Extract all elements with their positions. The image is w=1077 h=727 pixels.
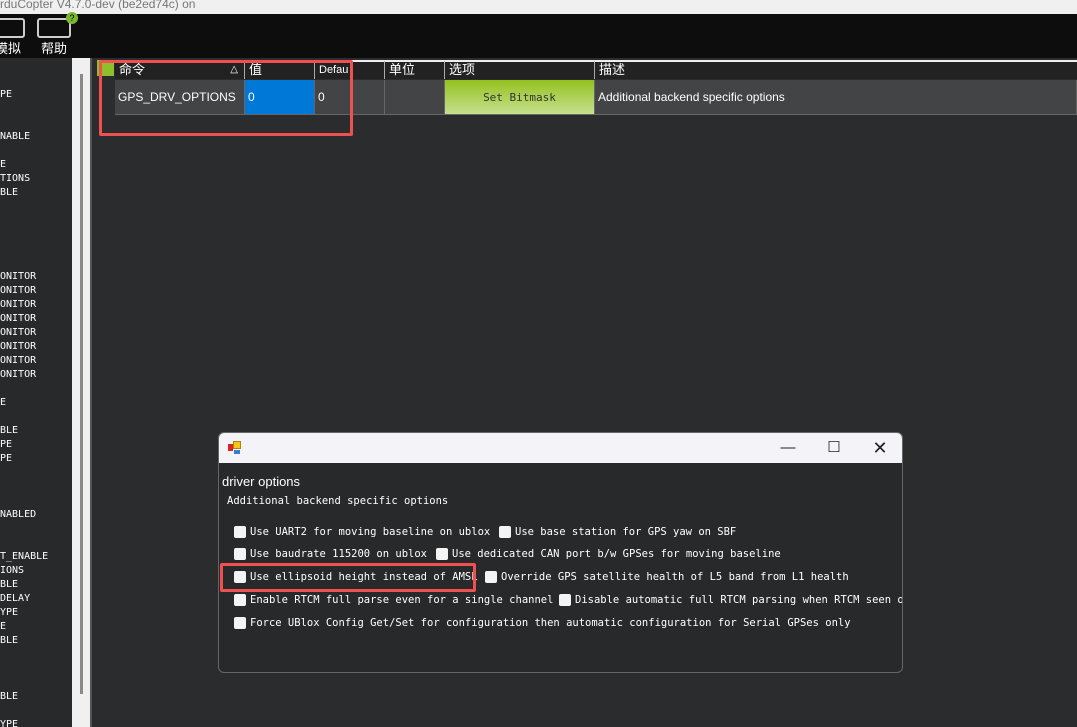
close-button[interactable]: ✕	[857, 437, 902, 459]
option-checkbox[interactable]: Enable RTCM full parse even for a single…	[234, 594, 553, 606]
maximize-button[interactable]: ☐	[811, 437, 857, 459]
app-icon	[228, 441, 242, 455]
cell-units	[385, 80, 445, 115]
checkbox[interactable]	[234, 526, 246, 538]
parameter-tree-item[interactable]: TIONS	[0, 172, 30, 186]
option-label: Force UBlox Config Get/Set for configura…	[250, 617, 851, 629]
help-label: 帮助	[40, 41, 67, 56]
parameter-tree-item[interactable]: YPE	[0, 606, 18, 620]
parameter-tree[interactable]: PE NABLE E TIONS BLE ONITOR ONITOR ONITOR ONITOR…	[0, 58, 72, 727]
highlight-box	[99, 60, 353, 136]
parameter-tree-item[interactable]: ONITOR	[0, 270, 36, 284]
set-bitmask-button[interactable]: Set Bitmask	[445, 80, 595, 115]
checkbox[interactable]	[234, 548, 246, 560]
checkbox[interactable]	[499, 526, 511, 538]
parameter-tree-item[interactable]: BLE	[0, 578, 18, 592]
parameter-tree-item[interactable]: ONITOR	[0, 284, 36, 298]
window-title: rduCopter V4.7.0-dev (be2ed74c) on	[0, 0, 1077, 14]
dialog-heading: driver options	[222, 474, 301, 489]
option-checkbox[interactable]: Force UBlox Config Get/Set for configura…	[234, 617, 851, 629]
parameter-tree-item[interactable]: BLE	[0, 690, 18, 704]
option-checkbox[interactable]: Use base station for GPS yaw on SBF	[499, 526, 736, 538]
option-label: Use dedicated CAN port b/w GPSes for mov…	[452, 548, 781, 560]
checkbox[interactable]	[559, 594, 571, 606]
parameter-tree-item[interactable]: ONITOR	[0, 340, 36, 354]
parameter-tree-item[interactable]: BLE	[0, 424, 18, 438]
parameter-tree-item[interactable]: T_ENABLE	[0, 550, 48, 564]
parameter-tree-item[interactable]: E	[0, 158, 6, 172]
parameter-tree-item[interactable]: ONITOR	[0, 354, 36, 368]
parameter-tree-item[interactable]: BLE	[0, 186, 18, 200]
parameter-tree-item[interactable]: DELAY	[0, 592, 30, 606]
scrollbar-thumb[interactable]	[80, 74, 83, 694]
header-units[interactable]: 单位	[385, 60, 445, 79]
highlight-box	[220, 563, 476, 592]
option-checkbox[interactable]: Override GPS satellite health of L5 band…	[485, 571, 849, 583]
checkbox[interactable]	[485, 571, 497, 583]
parameter-tree-item[interactable]: NABLE	[0, 130, 30, 144]
simulation-label: 模拟	[0, 41, 21, 56]
checkbox[interactable]	[234, 617, 246, 629]
parameter-tree-item[interactable]: BLE	[0, 634, 18, 648]
parameter-tree-item[interactable]: NABLED	[0, 508, 36, 522]
parameter-tree-item[interactable]: ONITOR	[0, 312, 36, 326]
option-label: Override GPS satellite health of L5 band…	[501, 571, 849, 583]
bitmask-dialog: — ☐ ✕ driver options Additional backend …	[218, 432, 903, 673]
parameter-tree-item[interactable]: E	[0, 620, 6, 634]
help-button[interactable]: ? 帮助	[34, 12, 78, 57]
header-options[interactable]: 选项	[445, 60, 595, 79]
option-checkbox[interactable]: Use baudrate 115200 on ublox	[234, 548, 427, 560]
option-checkbox[interactable]: Use UART2 for moving baseline on ublox	[234, 526, 490, 538]
cell-description: Additional backend specific options	[595, 80, 1077, 115]
parameter-tree-item[interactable]: ONITOR	[0, 298, 36, 312]
parameter-tree-item[interactable]: PE	[0, 88, 12, 102]
option-label: Use baudrate 115200 on ublox	[250, 548, 428, 560]
parameter-tree-item[interactable]: ONITOR	[0, 368, 36, 382]
simulation-icon	[0, 18, 25, 38]
parameter-tree-item[interactable]: PE	[0, 452, 12, 466]
dialog-subtitle: Additional backend specific options	[227, 495, 449, 507]
header-description[interactable]: 描述	[595, 60, 1077, 79]
option-checkbox[interactable]: Disable automatic full RTCM parsing when…	[559, 594, 903, 606]
checkbox[interactable]	[234, 594, 246, 606]
minimize-button[interactable]: —	[765, 437, 811, 459]
parameter-tree-item[interactable]: IONS	[0, 564, 24, 578]
sidebar-scrollbar[interactable]	[72, 58, 90, 727]
parameter-tree-item[interactable]: E	[0, 396, 6, 410]
option-label: Enable RTCM full parse even for a single…	[250, 594, 554, 606]
splitter[interactable]	[90, 58, 92, 727]
option-label: Use UART2 for moving baseline on ublox	[250, 526, 491, 538]
simulation-button[interactable]: 模拟	[0, 16, 30, 57]
option-label: Disable automatic full RTCM parsing when…	[575, 594, 903, 606]
dialog-titlebar: — ☐ ✕	[219, 433, 902, 463]
parameter-tree-item[interactable]: YPE	[0, 718, 18, 727]
option-checkbox[interactable]: Use dedicated CAN port b/w GPSes for mov…	[436, 548, 781, 560]
option-label: Use base station for GPS yaw on SBF	[515, 526, 737, 538]
parameter-tree-item[interactable]: ONITOR	[0, 326, 36, 340]
parameter-tree-item[interactable]: PE	[0, 438, 12, 452]
checkbox[interactable]	[436, 548, 448, 560]
toolbar: 模拟 ? 帮助	[0, 12, 1077, 58]
help-icon: ?	[37, 12, 78, 38]
